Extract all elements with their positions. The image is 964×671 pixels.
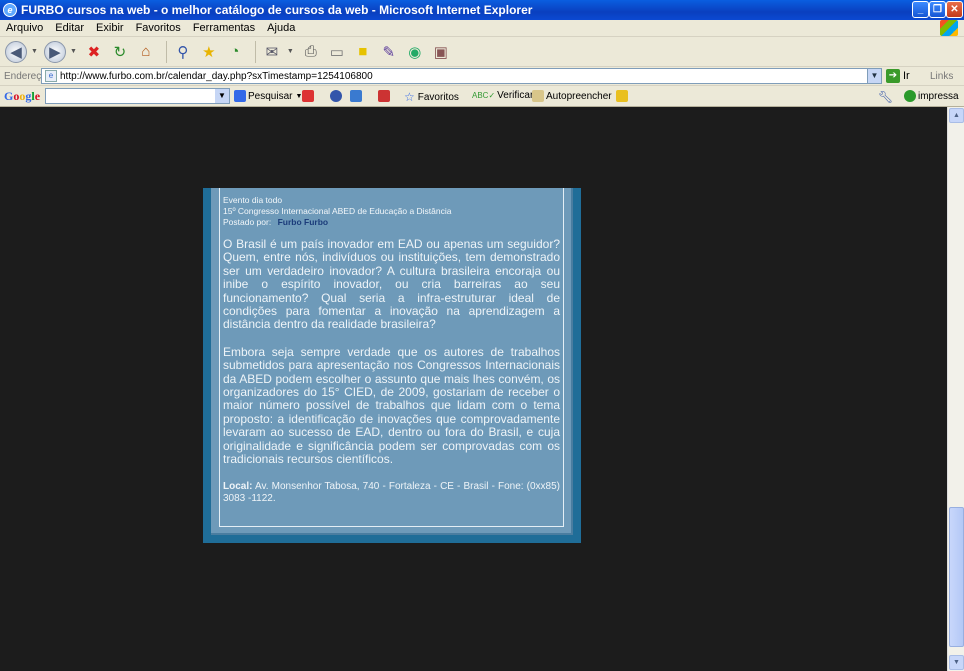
google-verificar-label: Verificar <box>497 90 534 101</box>
standard-toolbar: ◀ ▼ ▶ ▼ ✖ ↻ ⌂ ⚲ ★ ◔ ✉ ▼ ⎙ ▭ ■ ✎ ◉ ▣ <box>0 37 964 67</box>
menu-ajuda[interactable]: Ajuda <box>261 22 301 34</box>
event-panel: Evento dia todo 15º Congresso Internacio… <box>203 188 581 543</box>
news-badge-icon <box>350 90 362 102</box>
discuss-icon[interactable]: ■ <box>352 41 374 63</box>
pagerank-badge-icon <box>302 90 314 102</box>
impressa-button[interactable]: impressa <box>904 90 959 102</box>
forward-icon[interactable]: ▶ <box>43 40 66 63</box>
event-card: Evento dia todo 15º Congresso Internacio… <box>219 188 564 527</box>
event-title: 15º Congresso Internacional ABED de Educ… <box>223 206 452 216</box>
toolbar-separator <box>254 40 256 63</box>
event-posted-by: Postado por: Furbo Furbo <box>223 217 560 228</box>
links-button[interactable]: Links <box>930 71 953 82</box>
address-url[interactable]: http://www.furbo.com.br/calendar_day.php… <box>60 71 373 82</box>
page-icon: e <box>45 70 57 82</box>
tools-icon[interactable]: ▣ <box>430 41 452 63</box>
search-icon[interactable]: ⚲ <box>172 41 194 63</box>
pen-icon[interactable] <box>616 90 630 102</box>
menu-arquivo[interactable]: Arquivo <box>0 22 49 34</box>
google-search-button[interactable]: Pesquisar ▼ <box>234 90 302 102</box>
settings-wrench-icon[interactable]: 🔧︎ <box>878 90 893 104</box>
google-search-label: Pesquisar <box>248 90 293 102</box>
event-kind: Evento dia todo <box>223 195 283 205</box>
google-autopreencher-button[interactable]: Autopreencher <box>532 90 612 102</box>
menu-bar: Arquivo Editar Exibir Favoritos Ferramen… <box>0 20 964 37</box>
ie-icon: e <box>3 3 17 17</box>
back-dropdown-icon[interactable]: ▼ <box>31 48 38 55</box>
popup-blocker-icon[interactable] <box>330 90 344 102</box>
impressa-label: impressa <box>918 90 959 102</box>
stop-icon[interactable]: ✖ <box>83 41 105 63</box>
google-search-dropdown-icon[interactable]: ▼ <box>215 89 229 103</box>
title-bar: e FURBO cursos na web - o melhor catálog… <box>0 0 964 20</box>
author-link[interactable]: Furbo Furbo <box>278 217 329 227</box>
browser-window: e FURBO cursos na web - o melhor catálog… <box>0 0 964 671</box>
print-icon[interactable]: ⎙ <box>300 41 322 63</box>
google-verificar-button[interactable]: ABC✓ Verificar <box>472 90 533 101</box>
edit-icon[interactable]: ▭ <box>326 41 348 63</box>
bookmark-star-icon: ☆ <box>404 90 415 104</box>
scroll-up-icon[interactable]: ▲ <box>949 108 964 123</box>
menu-exibir[interactable]: Exibir <box>90 22 130 34</box>
google-toolbar: Google ▼ Pesquisar ▼ ☆ Favoritos ABC✓ Ve… <box>0 86 964 107</box>
mail-dropdown-icon[interactable]: ▼ <box>287 48 294 55</box>
local-value: Av. Monsenhor Tabosa, 740 - Fortaleza - … <box>223 480 560 505</box>
forward-dropdown-icon[interactable]: ▼ <box>70 48 77 55</box>
blocker-circle-icon <box>330 90 342 102</box>
history-icon[interactable]: ◔ <box>224 41 246 63</box>
go-label: Ir <box>903 70 910 82</box>
favorites-star-icon[interactable]: ★ <box>198 41 220 63</box>
news-icon[interactable] <box>350 90 364 102</box>
vertical-scrollbar[interactable]: ▲ ▼ <box>947 107 964 671</box>
google-favoritos-label: Favoritos <box>417 91 459 103</box>
scroll-thumb[interactable] <box>949 507 964 647</box>
google-autopreencher-label: Autopreencher <box>546 90 612 102</box>
go-button[interactable]: ➔ Ir <box>886 69 910 83</box>
messenger-icon[interactable]: ✎ <box>378 41 400 63</box>
maximize-button[interactable]: ❐ <box>929 1 946 18</box>
event-location: Local: Av. Monsenhor Tabosa, 740 - Forta… <box>223 481 560 506</box>
back-icon[interactable]: ◀ <box>5 40 27 63</box>
home-icon[interactable]: ⌂ <box>135 41 157 63</box>
address-input[interactable]: e http://www.furbo.com.br/calendar_day.p… <box>41 68 882 84</box>
windows-logo-icon <box>940 20 958 36</box>
menu-editar[interactable]: Editar <box>49 22 90 34</box>
address-bar: Endereço e http://www.furbo.com.br/calen… <box>0 67 964 86</box>
google-favoritos-button[interactable]: ☆ Favoritos <box>404 90 459 104</box>
mail-icon[interactable]: ✉ <box>261 41 283 63</box>
posted-by-label: Postado por: <box>223 217 272 227</box>
green-dot-icon <box>904 90 916 102</box>
go-arrow-icon: ➔ <box>886 69 900 83</box>
google-search-input[interactable]: ▼ <box>45 88 230 104</box>
highlight-icon[interactable] <box>378 90 392 102</box>
toolbar-separator <box>165 40 167 63</box>
autofill-icon <box>532 90 544 102</box>
menu-ferramentas[interactable]: Ferramentas <box>187 22 261 34</box>
research-icon[interactable]: ◉ <box>404 41 426 63</box>
page-content: Evento dia todo 15º Congresso Internacio… <box>0 107 947 671</box>
menu-favoritos[interactable]: Favoritos <box>130 22 187 34</box>
minimize-button[interactable]: _ <box>912 1 929 18</box>
event-paragraph-2: Embora seja sempre verdade que os autore… <box>223 344 560 467</box>
scroll-down-icon[interactable]: ▼ <box>949 655 964 670</box>
google-g-icon <box>234 90 246 102</box>
google-logo[interactable]: Google <box>4 89 40 104</box>
pagerank-icon[interactable] <box>302 90 316 102</box>
wrench-icon: 🔧︎ <box>878 90 894 104</box>
pen-badge-icon <box>616 90 628 102</box>
event-paragraph-1: O Brasil é um país inovador em EAD ou ap… <box>223 237 560 332</box>
address-dropdown-icon[interactable]: ▼ <box>867 69 881 83</box>
refresh-icon[interactable]: ↻ <box>109 41 131 63</box>
close-button[interactable]: ✕ <box>946 1 963 18</box>
spellcheck-icon: ABC✓ <box>472 91 496 100</box>
local-label: Local: <box>223 480 253 492</box>
highlight-badge-icon <box>378 90 390 102</box>
event-panel-inner: Evento dia todo 15º Congresso Internacio… <box>211 188 573 535</box>
window-title: FURBO cursos na web - o melhor catálogo … <box>21 3 533 17</box>
